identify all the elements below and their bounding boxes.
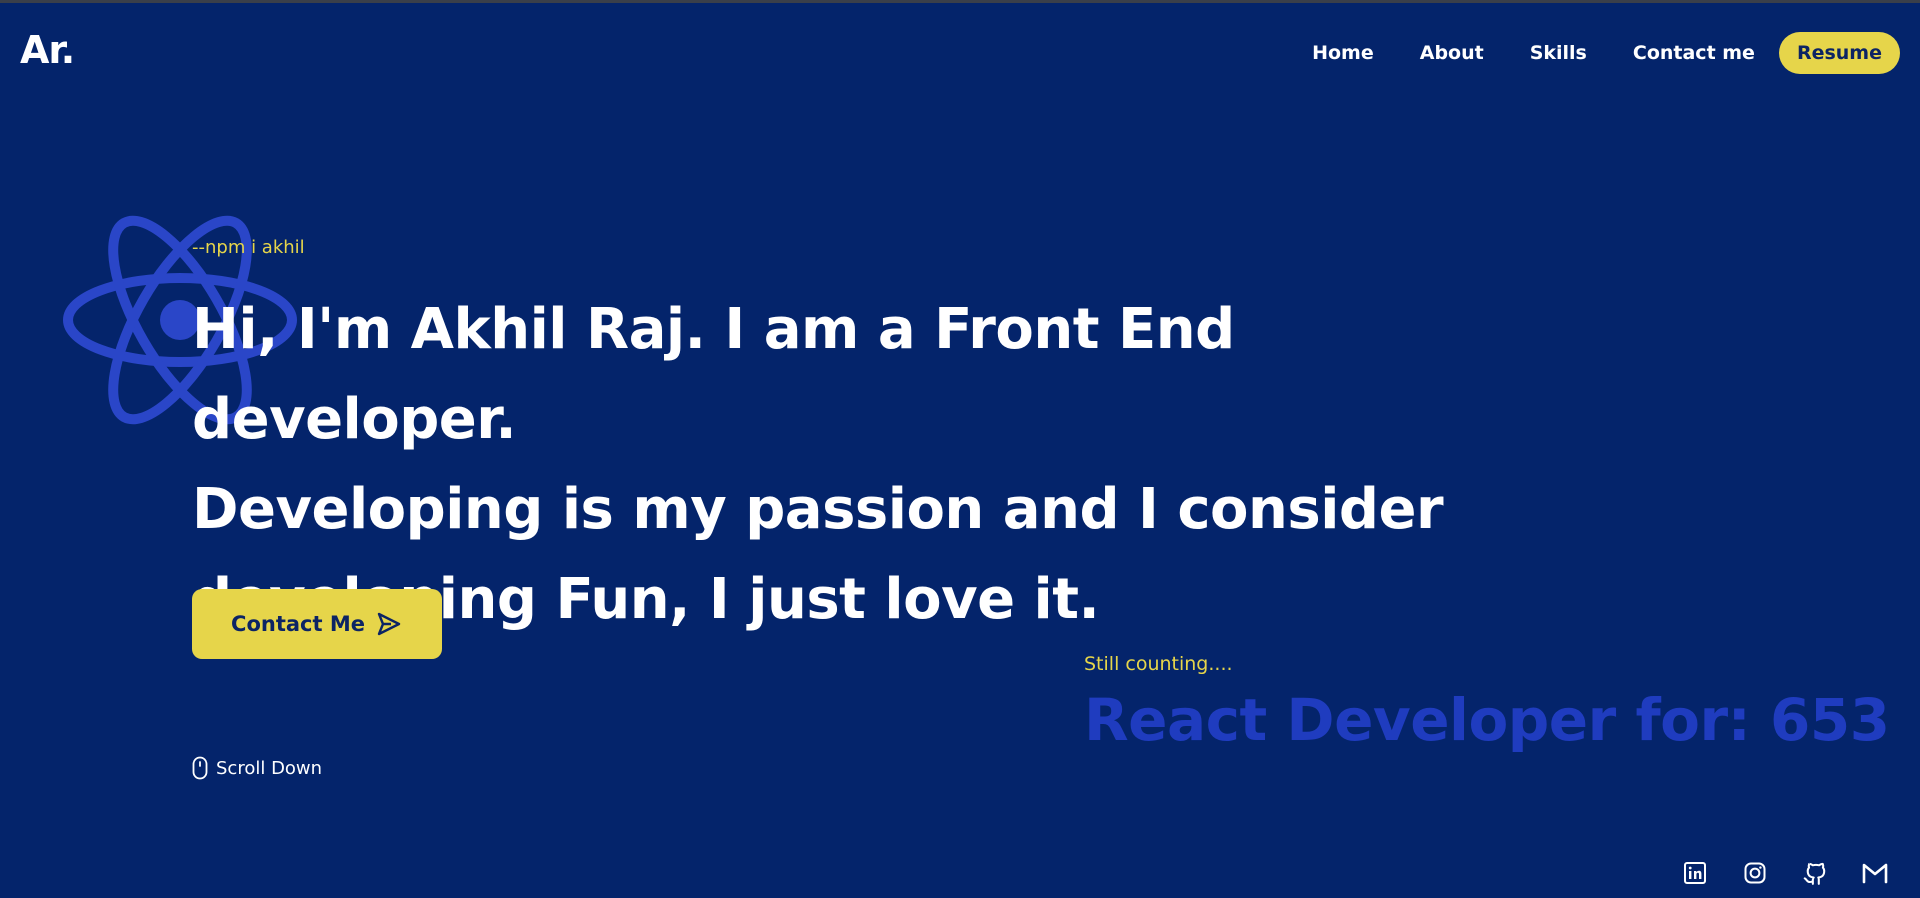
linkedin-link[interactable] — [1680, 858, 1710, 888]
nav-link-about[interactable]: About — [1397, 42, 1507, 64]
gmail-link[interactable] — [1860, 858, 1890, 888]
contact-me-label: Contact Me — [231, 612, 365, 636]
linkedin-icon — [1684, 862, 1706, 884]
browser-top-strip — [0, 0, 1920, 3]
instagram-link[interactable] — [1740, 858, 1770, 888]
mouse-icon — [192, 756, 208, 780]
resume-button[interactable]: Resume — [1778, 32, 1900, 74]
react-developer-counter: React Developer for: 653 — [1084, 686, 1890, 754]
site-logo[interactable]: Ar. — [20, 28, 75, 72]
headline-line: Hi, I'm Akhil Raj. I am a Front End deve… — [192, 297, 1235, 452]
scroll-down-link[interactable]: Scroll Down — [192, 756, 322, 780]
contact-me-button[interactable]: Contact Me — [192, 589, 442, 659]
github-icon — [1803, 862, 1826, 885]
main-nav: Home About Skills Contact me Resume — [1289, 32, 1900, 74]
github-link[interactable] — [1800, 858, 1830, 888]
scroll-down-label: Scroll Down — [216, 757, 323, 779]
counter-label: Still counting.... — [1084, 653, 1233, 675]
send-arrow-icon — [377, 612, 401, 636]
social-links — [1680, 858, 1890, 888]
gmail-icon — [1862, 863, 1888, 884]
page: Ar. Home About Skills Contact me Resume … — [0, 0, 1920, 898]
headline-line: Developing is my passion and I consider — [192, 477, 1444, 542]
nav-link-home[interactable]: Home — [1289, 42, 1397, 64]
instagram-icon — [1744, 862, 1766, 884]
hero-prefix: --npm i akhil — [192, 237, 305, 258]
nav-link-contact[interactable]: Contact me — [1610, 42, 1778, 64]
nav-link-skills[interactable]: Skills — [1507, 42, 1610, 64]
